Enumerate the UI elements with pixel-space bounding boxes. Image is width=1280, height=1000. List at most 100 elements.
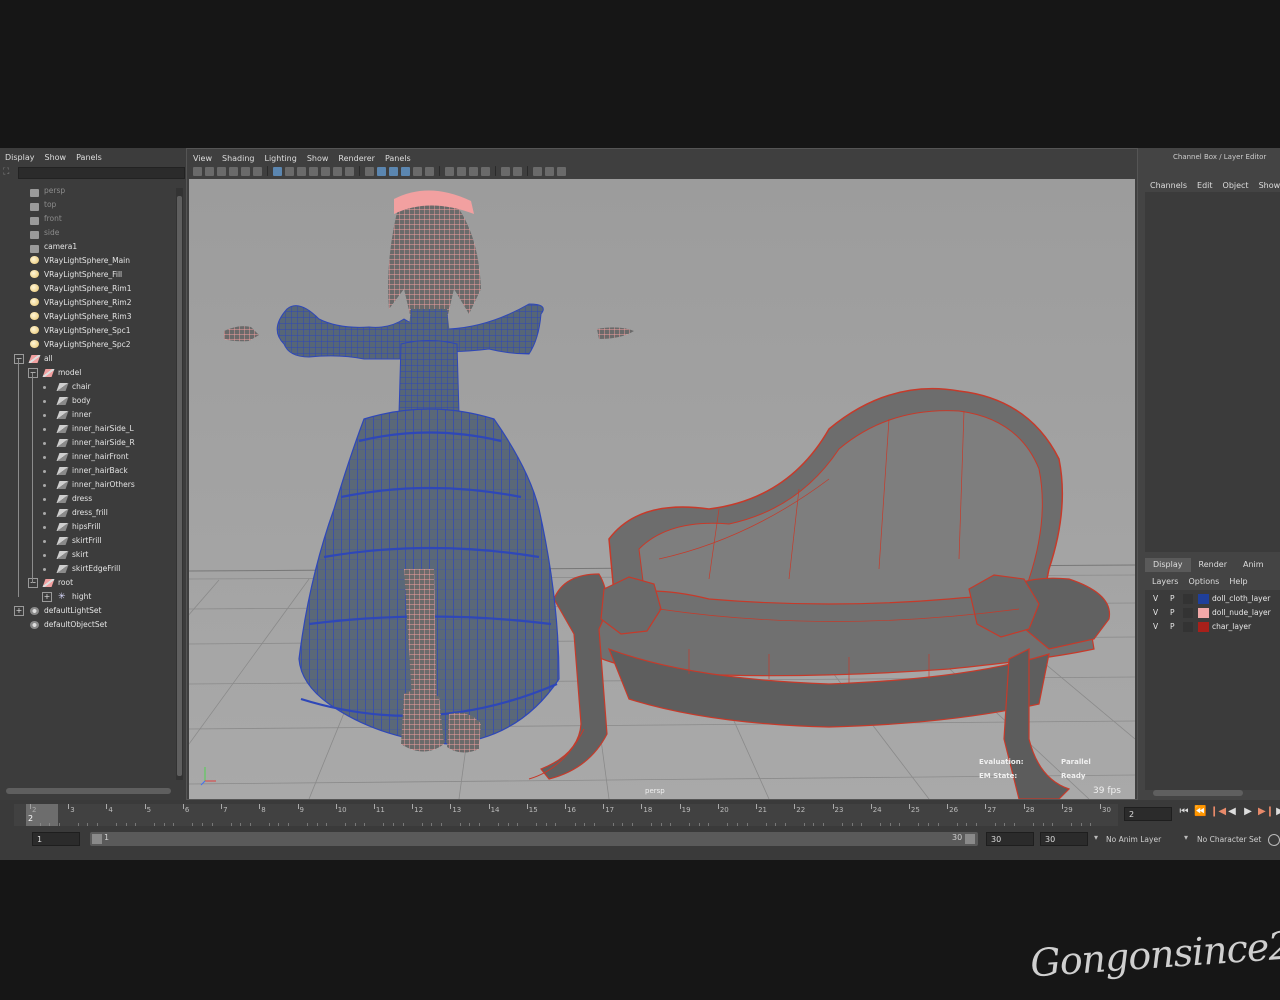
menu-lighting[interactable]: Lighting [264,154,296,163]
menu-display[interactable]: Display [5,153,35,162]
layer-playback-toggle[interactable]: P [1170,592,1175,606]
range-start-field[interactable]: 1 [32,832,80,846]
menu-object[interactable]: Object [1223,181,1249,190]
outliner-item[interactable]: all − [0,352,176,366]
outliner-item[interactable]: VRayLightSphere_Rim1 [0,282,176,296]
play-forwards-icon[interactable]: ▶ [1242,806,1254,817]
viewport-scene[interactable] [189,179,1135,799]
outliner-item[interactable]: defaultLightSet + [0,604,176,618]
outliner-item[interactable]: skirt [0,548,176,562]
outliner-item[interactable]: persp [0,184,176,198]
layer-reference-toggle[interactable] [1183,608,1193,618]
menu-channels[interactable]: Channels [1150,181,1187,190]
camera-icon[interactable] [193,166,202,176]
outliner-item[interactable]: root − [0,576,176,590]
outliner-horizontal-scrollbar[interactable] [6,788,171,794]
outliner-item[interactable]: skirtEdgeFrill [0,562,176,576]
time-ruler[interactable]: 2345678910111213141516171819202122232425… [14,804,1118,826]
layer-editor-scrollbar[interactable] [1153,790,1243,796]
outliner-item[interactable]: front [0,212,176,226]
outliner-item[interactable]: VRayLightSphere_Rim2 [0,296,176,310]
wireframe-on-shaded-icon[interactable] [389,166,398,176]
collapse-icon[interactable]: − [28,368,38,378]
animation-end-field[interactable]: 30 [1040,832,1088,846]
menu-layers[interactable]: Layers [1152,577,1178,586]
layer-reference-toggle[interactable] [1183,594,1193,604]
step-back-frame-icon[interactable]: ❙◀ [1210,806,1226,817]
outliner-item[interactable]: VRayLightSphere_Rim3 [0,310,176,324]
outliner-search-input[interactable] [18,167,185,179]
wireframe-icon[interactable] [365,166,374,176]
current-frame-field[interactable]: 2 [1124,807,1172,821]
outliner-scrollbar-thumb[interactable] [177,196,182,776]
tab-render[interactable]: Render [1191,558,1235,572]
menu-options[interactable]: Options [1188,577,1219,586]
dof-icon[interactable] [481,166,490,176]
outliner-item[interactable]: VRayLightSphere_Main [0,254,176,268]
expand-icon[interactable]: + [14,606,24,616]
step-back-key-icon[interactable]: ⏪ [1194,806,1206,817]
outliner-item[interactable]: side [0,226,176,240]
xray-icon[interactable] [513,166,522,176]
playback-end-field[interactable]: 30 [986,832,1034,846]
layer-playback-toggle[interactable]: P [1170,620,1175,634]
step-forward-frame-icon[interactable]: ▶❙ [1258,806,1274,817]
step-forward-key-icon[interactable]: ▶ [1274,806,1280,817]
film-gate-icon[interactable] [285,166,294,176]
outliner-item[interactable]: VRayLightSphere_Spc2 [0,338,176,352]
layer-visibility-toggle[interactable]: V [1153,606,1158,620]
outliner-item[interactable]: dress_frill [0,506,176,520]
exposure-icon[interactable] [533,166,542,176]
menu-help[interactable]: Help [1229,577,1247,586]
outliner-item[interactable]: inner_hairFront [0,450,176,464]
outliner-item[interactable]: camera1 [0,240,176,254]
shadows-icon[interactable] [425,166,434,176]
grid-icon[interactable] [273,166,282,176]
color-manage-icon[interactable] [557,166,566,176]
tab-display[interactable]: Display [1145,558,1191,572]
outliner-item[interactable]: top [0,198,176,212]
outliner-item[interactable]: skirtFrill [0,534,176,548]
motion-blur-icon[interactable] [457,166,466,176]
lights-icon[interactable] [413,166,422,176]
outliner-item[interactable]: inner [0,408,176,422]
outliner-item[interactable]: chair [0,380,176,394]
field-chart-icon[interactable] [321,166,330,176]
menu-panels[interactable]: Panels [76,153,102,162]
layer-visibility-toggle[interactable]: V [1153,592,1158,606]
bookmark-icon[interactable] [217,166,226,176]
ambient-occlusion-icon[interactable] [445,166,454,176]
safe-title-icon[interactable] [345,166,354,176]
collapse-icon[interactable]: − [28,578,38,588]
outliner-item[interactable]: VRayLightSphere_Spc1 [0,324,176,338]
outliner-item[interactable]: inner_hairBack [0,464,176,478]
display-layer-row[interactable]: V Pchar_layer [1145,620,1280,634]
image-plane-icon[interactable] [229,166,238,176]
menu-view[interactable]: View [193,154,212,163]
menu-show[interactable]: Show [1259,181,1280,190]
outliner-item[interactable]: VRayLightSphere_Fill [0,268,176,282]
layer-reference-toggle[interactable] [1183,622,1193,632]
layer-playback-toggle[interactable]: P [1170,606,1175,620]
menu-show[interactable]: Show [45,153,67,162]
outliner-item[interactable]: dress [0,492,176,506]
grease-pencil-icon[interactable] [241,166,250,176]
expand-icon[interactable]: + [42,592,52,602]
outliner-item[interactable]: hipsFrill [0,520,176,534]
menu-panels[interactable]: Panels [385,154,411,163]
character-set-icon[interactable] [1268,834,1280,846]
outliner-item[interactable]: model − [0,366,176,380]
chevron-down-icon[interactable]: ▾ [1094,833,1098,842]
menu-show[interactable]: Show [307,154,329,163]
range-slider[interactable] [90,832,978,846]
play-backwards-icon[interactable]: ◀ [1226,806,1238,817]
anim-layer-dropdown[interactable]: No Anim Layer [1106,835,1161,844]
go-to-start-icon[interactable]: ⏮ [1178,806,1190,817]
layer-color-swatch[interactable] [1198,608,1209,618]
menu-edit[interactable]: Edit [1197,181,1213,190]
character-set-dropdown[interactable]: No Character Set [1197,835,1261,844]
filter-icon[interactable]: ⛶ [3,167,13,177]
safe-action-icon[interactable] [333,166,342,176]
outliner-item[interactable]: inner_hairOthers [0,478,176,492]
layer-color-swatch[interactable] [1198,622,1209,632]
